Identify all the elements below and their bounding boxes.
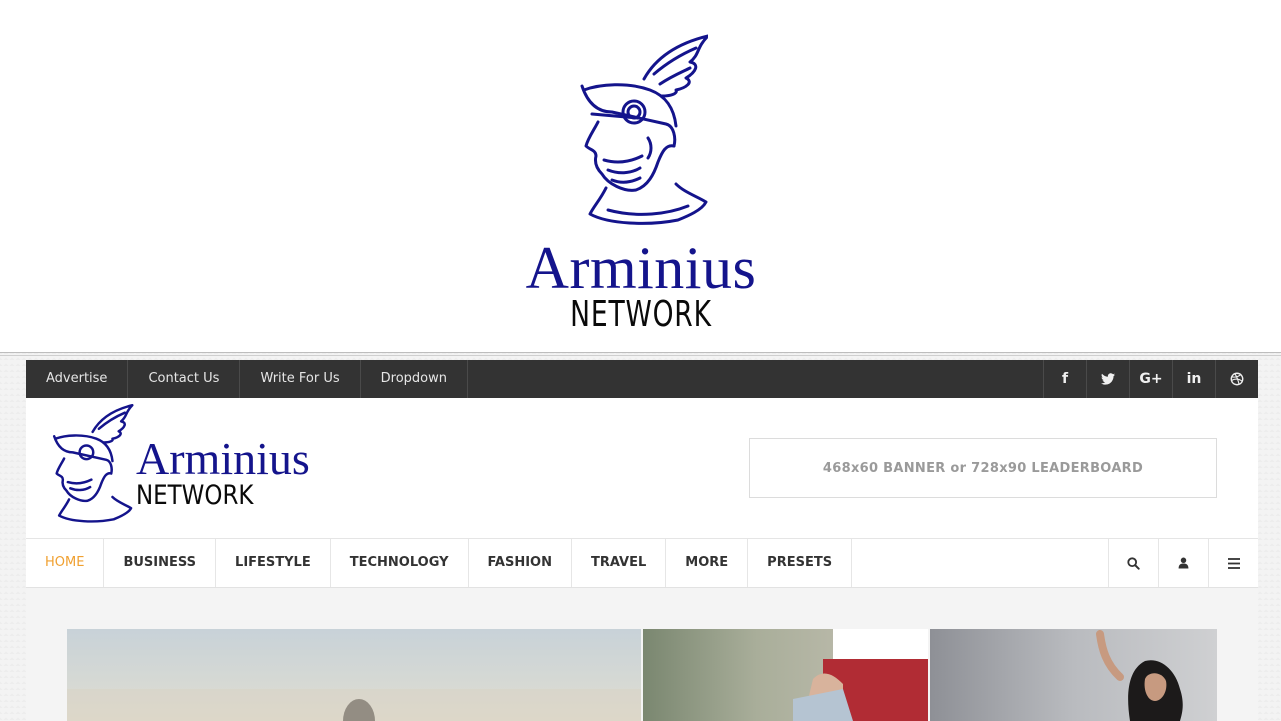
nav-item-home[interactable]: HOME: [26, 539, 105, 587]
topbar-link-contact-us[interactable]: Contact Us: [128, 360, 241, 398]
brand-name-line2: NETWORK: [570, 294, 712, 335]
top-bar-links: Advertise Contact Us Write For Us Dropdo…: [26, 360, 468, 398]
nav-item-lifestyle[interactable]: LIFESTYLE: [216, 539, 331, 587]
nav-item-technology[interactable]: TECHNOLOGY: [331, 539, 469, 587]
topbar-link-dropdown[interactable]: Dropdown: [361, 360, 468, 398]
nav-item-fashion[interactable]: FASHION: [469, 539, 572, 587]
google-plus-glyph: G+: [1139, 371, 1163, 387]
facebook-icon[interactable]: f: [1043, 360, 1086, 398]
nav-tools: [1108, 539, 1258, 587]
social-links: f G+ in: [1043, 360, 1258, 398]
linkedin-glyph: in: [1186, 371, 1202, 387]
user-icon[interactable]: [1158, 539, 1208, 587]
nav-item-more[interactable]: MORE: [666, 539, 749, 587]
top-bar: Advertise Contact Us Write For Us Dropdo…: [26, 360, 1258, 398]
hermes-head-logo-icon: [580, 34, 708, 225]
twitter-icon[interactable]: [1086, 360, 1129, 398]
menu-icon[interactable]: [1208, 539, 1258, 587]
main-navigation: HOME BUSINESS LIFESTYLE TECHNOLOGY FASHI…: [26, 539, 1258, 588]
nav-item-business[interactable]: BUSINESS: [104, 539, 217, 587]
header-brand-name-line2: NETWORK: [136, 480, 254, 511]
ad-banner-placeholder[interactable]: 468x60 BANNER or 728x90 LEADERBOARD: [749, 438, 1217, 498]
featured-post-image-3[interactable]: [930, 629, 1217, 721]
site-header: Arminius NETWORK 468x60 BANNER or 728x90…: [26, 398, 1258, 539]
ad-banner-text: 468x60 BANNER or 728x90 LEADERBOARD: [822, 460, 1144, 476]
top-logo-banner: Arminius NETWORK: [0, 0, 1281, 356]
google-plus-icon[interactable]: G+: [1129, 360, 1172, 398]
nav-item-travel[interactable]: TRAVEL: [572, 539, 667, 587]
big-logo[interactable]: Arminius NETWORK: [510, 34, 772, 335]
featured-posts: [67, 629, 1217, 721]
topbar-link-write-for-us[interactable]: Write For Us: [240, 360, 361, 398]
search-icon[interactable]: [1108, 539, 1158, 587]
featured-post-image-1[interactable]: [67, 629, 641, 721]
site-wrapper: Advertise Contact Us Write For Us Dropdo…: [26, 360, 1258, 721]
featured-post-image-2[interactable]: [643, 629, 928, 721]
header-logo[interactable]: Arminius NETWORK: [50, 404, 350, 528]
header-brand-name-line1: Arminius: [136, 433, 310, 484]
hermes-head-small-logo-icon: [52, 404, 134, 523]
dribbble-icon[interactable]: [1215, 360, 1258, 398]
brand-name-line1: Arminius: [525, 235, 757, 301]
facebook-glyph: f: [1061, 371, 1069, 387]
nav-items: HOME BUSINESS LIFESTYLE TECHNOLOGY FASHI…: [26, 539, 853, 587]
nav-item-presets[interactable]: PRESETS: [748, 539, 853, 587]
linkedin-icon[interactable]: in: [1172, 360, 1215, 398]
topbar-link-advertise[interactable]: Advertise: [26, 360, 129, 398]
